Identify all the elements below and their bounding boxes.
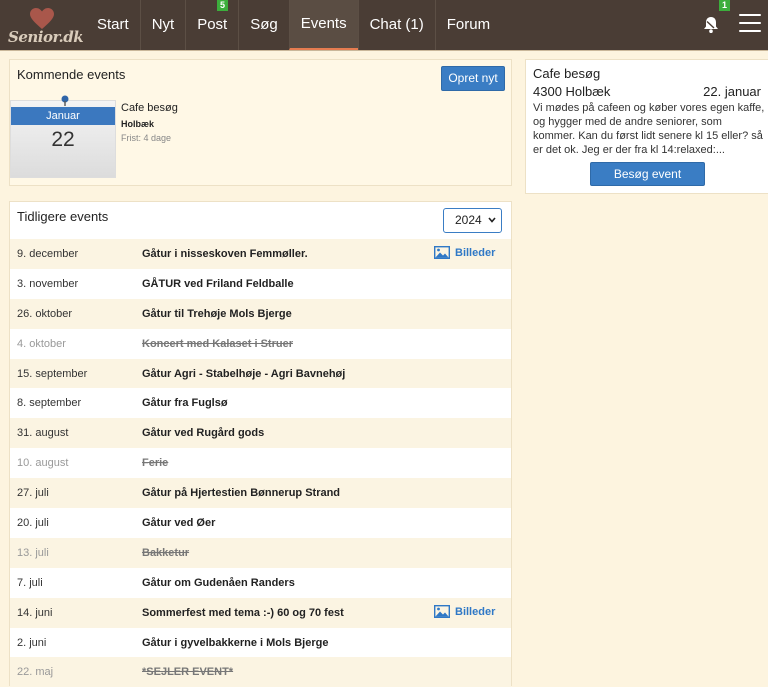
event-name[interactable]: GÅTUR ved Friland Feldballe (142, 278, 294, 290)
event-name[interactable]: Gåtur om Gudenåen Randers (142, 577, 295, 589)
event-name[interactable]: Gåtur til Trehøje Mols Bjerge (142, 308, 292, 320)
logo-wordmark: Senior.dk (8, 28, 84, 46)
calendar-day: 22 (51, 128, 75, 151)
nav-post[interactable]: Post (185, 0, 238, 50)
event-date: 13. juli (17, 546, 49, 559)
top-navigation: Senior.dk Start Nyt Post Søg Events Chat… (0, 0, 768, 51)
event-date: 7. juli (17, 576, 43, 589)
event-name[interactable]: Ferie (142, 457, 168, 469)
visit-event-button[interactable]: Besøg event (590, 162, 705, 186)
images-link[interactable]: Billeder (433, 604, 496, 618)
event-date: 22. maj (17, 666, 54, 679)
detail-location: 4300 Holbæk (533, 84, 611, 99)
event-name[interactable]: Gåtur fra Fuglsø (142, 397, 228, 409)
event-date: 4. oktober (17, 337, 66, 350)
table-row[interactable]: 3. november GÅTUR ved Friland Feldballe (10, 269, 511, 299)
table-row[interactable]: 31. august Gåtur ved Rugård gods (10, 418, 511, 449)
heart-logo-icon (30, 8, 54, 29)
event-name[interactable]: Gåtur ved Rugård gods (142, 427, 264, 439)
table-row[interactable]: 22. maj *SEJLER EVENT* (10, 657, 511, 687)
event-name[interactable]: Sommerfest med tema :-) 60 og 70 fest (142, 607, 344, 619)
create-event-button[interactable]: Opret nyt (441, 66, 505, 91)
previous-events-list: 9. december Gåtur i nisseskoven Femmøller… (10, 239, 511, 687)
table-row[interactable]: 9. december Gåtur i nisseskoven Femmøller… (10, 239, 511, 269)
previous-events-panel: Tidligere events 2024 9. december Gåtur i… (9, 201, 512, 687)
event-date: 9. december (17, 248, 79, 260)
detail-description: Vi mødes på cafeen og køber vores egen k… (533, 102, 765, 156)
event-name[interactable]: Gåtur i nisseskoven Femmøller. (142, 248, 308, 260)
event-name[interactable]: Koncert med Kalaset i Struer (142, 338, 293, 350)
table-row[interactable]: 20. juli Gåtur ved Øer (10, 508, 511, 538)
event-date: 14. juni (17, 606, 53, 619)
event-date: 26. oktober (17, 307, 73, 320)
table-row[interactable]: 14. juni Sommerfest med tema :-) 60 og 70… (10, 597, 511, 628)
event-name[interactable]: *SEJLER EVENT* (142, 666, 233, 678)
image-icon (433, 604, 451, 618)
table-row[interactable]: 15. september Gåtur Agri - Stabelhøje - A… (10, 358, 511, 389)
event-name[interactable]: Gåtur på Hjertestien Bønnerup Strand (142, 487, 340, 499)
event-date: 20. juli (17, 517, 49, 530)
images-link[interactable]: Billeder (433, 245, 496, 260)
event-detail-panel: Cafe besøg 4300 Holbæk 22. januar Vi mød… (525, 59, 768, 194)
event-date: 2. juni (17, 636, 47, 649)
event-date: 8. september (17, 397, 82, 410)
upcoming-event-title[interactable]: Cafe besøg (121, 102, 178, 114)
table-row[interactable]: 27. juli Gåtur på Hjertestien Bønnerup St… (10, 478, 511, 509)
event-date: 27. juli (17, 487, 49, 500)
nav-nyt[interactable]: Nyt (139, 0, 186, 50)
event-date: 10. august (17, 457, 69, 470)
previous-events-title: Tidligere events (17, 209, 109, 224)
event-date: 3. november (17, 277, 79, 290)
table-row[interactable]: 2. juni Gåtur i gyvelbakkerne i Mols Bjer… (10, 628, 511, 658)
images-link-label: Billeder (455, 605, 496, 618)
hamburger-menu-icon[interactable] (739, 14, 761, 34)
chevron-down-icon (488, 217, 496, 223)
detail-title: Cafe besøg (533, 66, 601, 81)
table-row[interactable]: 8. september Gåtur fra Fuglsø (10, 388, 511, 418)
bell-icon (704, 17, 718, 33)
upcoming-event-deadline: Frist: 4 dage (121, 133, 172, 143)
event-name[interactable]: Gåtur i gyvelbakkerne i Mols Bjerge (142, 637, 328, 649)
calendar-month: Januar (11, 107, 115, 125)
site-logo[interactable]: Senior.dk (8, 6, 84, 46)
table-row[interactable]: 4. oktober Koncert med Kalaset i Struer (10, 329, 511, 359)
main-nav: Start Nyt Post Søg Events Chat (1) Forum (86, 0, 501, 50)
notifications-button[interactable]: 1 (703, 0, 731, 40)
event-name[interactable]: Gåtur ved Øer (142, 517, 215, 529)
upcoming-events-panel: Kommende events Opret nyt Januar 22 Cafe… (9, 59, 512, 186)
year-select[interactable]: 2024 (443, 208, 502, 233)
table-row[interactable]: 10. august Ferie (10, 448, 511, 478)
nav-events[interactable]: Events (288, 0, 358, 50)
upcoming-events-title: Kommende events (17, 67, 126, 82)
nav-soeg[interactable]: Søg (238, 0, 289, 50)
event-date: 15. september (17, 367, 88, 380)
pin-icon (61, 95, 69, 106)
event-name[interactable]: Bakketur (142, 547, 189, 559)
upcoming-event-place: Holbæk (121, 119, 155, 129)
post-badge: 5 (217, 0, 229, 11)
event-date: 31. august (17, 427, 69, 440)
table-row[interactable]: 26. oktober Gåtur til Trehøje Mols Bjerge (10, 298, 511, 329)
nav-chat[interactable]: Chat (1) (357, 0, 435, 50)
detail-date: 22. januar (703, 84, 761, 99)
images-link-label: Billeder (455, 247, 496, 259)
image-icon (433, 245, 451, 260)
table-row[interactable]: 13. juli Bakketur (10, 537, 511, 568)
nav-forum[interactable]: Forum (434, 0, 501, 50)
year-select-value: 2024 (455, 213, 482, 227)
table-row[interactable]: 7. juli Gåtur om Gudenåen Randers (10, 568, 511, 598)
event-calendar-tile[interactable]: Januar 22 (10, 95, 116, 178)
nav-start[interactable]: Start (86, 0, 140, 50)
notification-badge: 1 (719, 0, 731, 11)
event-name[interactable]: Gåtur Agri - Stabelhøje - Agri Bavnehøj (142, 368, 345, 380)
